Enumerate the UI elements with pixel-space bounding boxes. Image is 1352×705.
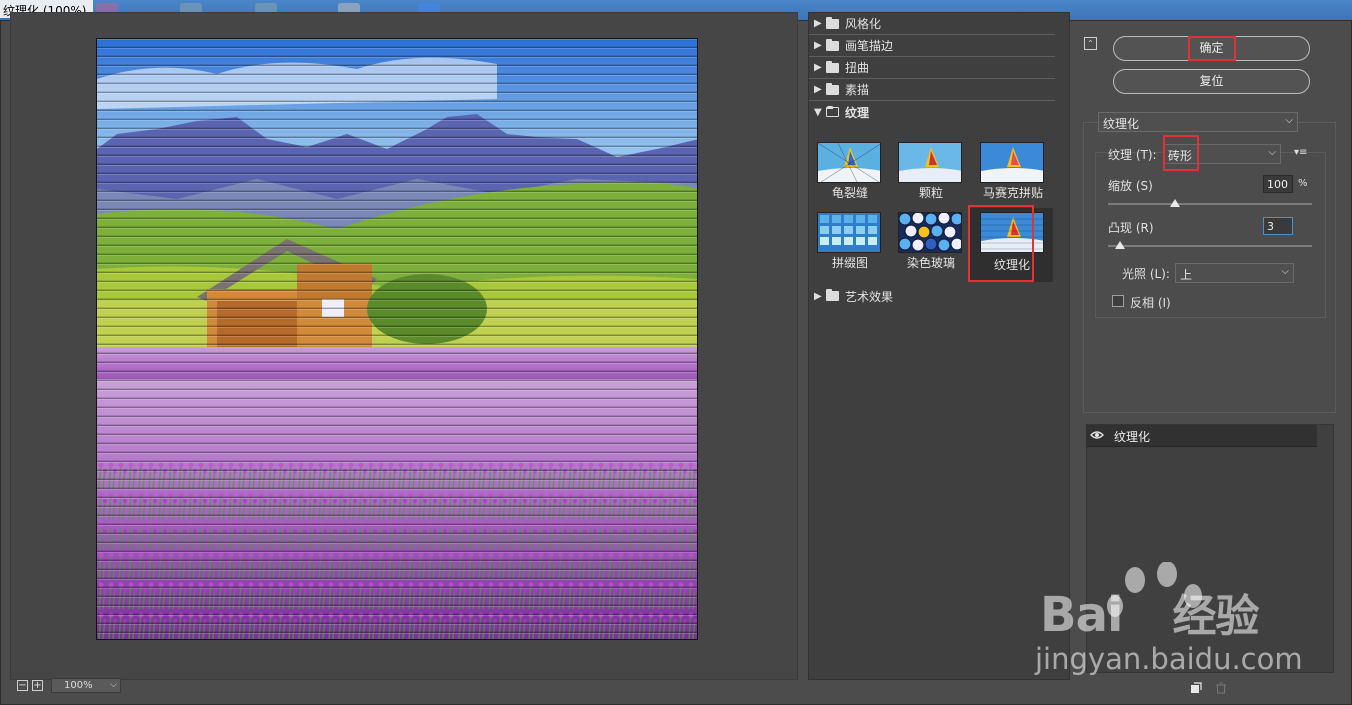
folder-stylize[interactable]: ▶ 风格化 [809,13,1055,35]
thumb-image [898,142,962,183]
filter-thumb-grain[interactable]: 颗粒 [896,140,974,208]
scale-slider[interactable] [1108,203,1312,205]
relief-label: 凸现 (R) [1108,221,1154,235]
invert-checkbox[interactable] [1112,295,1124,307]
folder-icon [826,82,839,95]
folder-texture[interactable]: ▼ 纹理 [809,101,1055,123]
folder-icon [826,60,839,73]
filter-thumb-craquelure[interactable]: 龟裂缝 [815,140,893,208]
chevron-down-icon: ⌵ [1285,115,1293,126]
chevron-down-icon: ⌵ [1268,147,1276,158]
texture-label: 纹理 (T): [1108,148,1157,162]
scale-label: 缩放 (S) [1108,179,1153,193]
filter-gallery-list: ▶ 风格化 ▶ 画笔描边 ▶ 扭曲 ▶ 素描 ▼ 纹理 ▶ 艺术效果 [808,12,1070,680]
relief-slider-knob[interactable] [1115,241,1126,249]
effect-layer-label: 纹理化 [1114,430,1151,444]
light-select[interactable]: 上 ⌵ [1175,263,1294,283]
zoom-level-select[interactable]: 100% ⌵ [51,677,121,693]
texture-menu-icon[interactable]: ▾≡ [1294,147,1307,158]
filter-thumb-stained-glass[interactable]: 染色玻璃 [896,210,974,278]
invert-label: 反相 (I) [1130,296,1171,310]
preview-area[interactable]: − + 100% ⌵ [10,12,798,693]
eye-icon[interactable] [1090,430,1104,440]
triangle-right-icon: ▶ [814,40,822,51]
filter-thumb-texturizer[interactable]: 纹理化 [969,208,1053,282]
thumb-image [817,212,881,253]
folder-icon [826,38,839,51]
folder-icon [826,289,839,301]
filter-thumb-mosaic-tiles[interactable]: 马赛克拼贴 [978,140,1056,208]
folder-icon [826,16,839,29]
trash-icon[interactable] [1215,682,1227,694]
thumb-image [980,142,1044,183]
reset-button[interactable]: 复位 [1113,69,1310,94]
triangle-right-icon: ▶ [814,84,822,95]
folder-sketch[interactable]: ▶ 素描 [809,79,1055,101]
relief-input[interactable]: 3 [1263,217,1293,235]
zoom-bar: − + 100% ⌵ [17,677,121,693]
landscape-preview [97,39,697,639]
relief-slider[interactable] [1108,245,1312,247]
triangle-down-icon: ▼ [814,106,822,118]
zoom-out-button[interactable]: − [17,679,28,691]
texture-select[interactable]: 砖形 ⌵ [1163,144,1281,164]
zoom-in-button[interactable]: + [32,679,43,691]
light-label: 光照 (L): [1122,267,1170,281]
scale-slider-knob[interactable] [1170,199,1181,207]
folder-artistic[interactable]: ▶ 艺术效果 [809,285,1055,307]
collapse-gallery-icon[interactable]: ⌃ [1084,37,1097,50]
triangle-right-icon: ▶ [814,62,822,73]
folder-distort[interactable]: ▶ 扭曲 [809,57,1055,79]
scale-unit: % [1298,178,1308,189]
preview-image[interactable] [96,38,698,640]
thumb-image [817,142,881,183]
zoom-level-value: 100% [64,679,93,691]
folder-open-icon [826,106,839,117]
scale-input[interactable]: 100 [1263,175,1293,193]
filter-thumb-patchwork[interactable]: 拼缀图 [815,210,893,278]
watermark-url: jingyan.baidu.com [1035,642,1303,676]
triangle-right-icon: ▶ [814,18,822,29]
chevron-down-icon: ⌵ [1281,266,1289,277]
triangle-right-icon: ▶ [814,290,822,302]
filter-select[interactable]: 纹理化 ⌵ [1098,112,1298,132]
new-effect-layer-icon[interactable] [1190,682,1202,694]
thumb-image [980,212,1044,253]
folder-brush-strokes[interactable]: ▶ 画笔描边 [809,35,1055,57]
ok-button[interactable]: 确定 [1113,36,1310,61]
chevron-down-icon: ⌵ [110,679,117,690]
watermark-text: Bai 经验 [1040,587,1259,643]
thumb-image [898,212,962,253]
